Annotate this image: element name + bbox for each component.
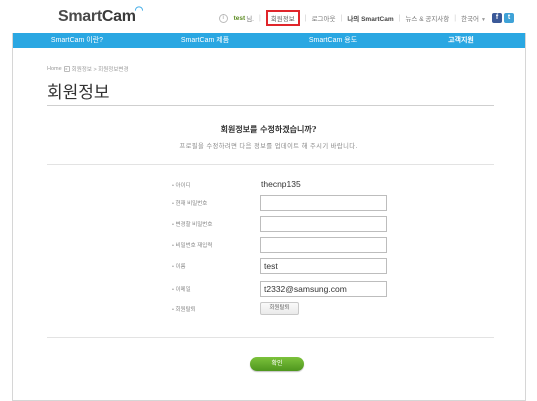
- main-menu: SmartCam 이란? SmartCam 제품 SmartCam 용도 고객지…: [13, 33, 525, 48]
- email-label: 이메일: [172, 285, 190, 293]
- form-row-id: 아이디 thecnp135: [0, 177, 537, 193]
- my-smartcam-link[interactable]: 나의 SmartCam: [347, 13, 393, 23]
- confirm-password-label: 비밀번호 재입력: [172, 241, 212, 249]
- twitter-icon[interactable]: t: [504, 13, 514, 23]
- form-row-withdraw: 회원탈퇴 회원탈퇴: [0, 301, 537, 317]
- top-header: SmartCam◠ i test 님. | 회원정보 | 로그아웃 | 나의 S…: [12, 0, 526, 33]
- new-password-field[interactable]: [260, 216, 387, 232]
- separator: |: [304, 14, 307, 22]
- current-password-field[interactable]: [260, 195, 387, 211]
- current-password-label: 현재 비밀번호: [172, 199, 207, 207]
- breadcrumb: Home ▸ 회원정보 > 회원정보변경: [47, 65, 129, 73]
- logout-link[interactable]: 로그아웃: [312, 13, 336, 23]
- id-value: thecnp135: [261, 179, 301, 189]
- withdraw-button[interactable]: 회원탈퇴: [260, 302, 299, 315]
- home-icon: ▸: [63, 66, 70, 72]
- utility-nav: i test 님. | 회원정보 | 로그아웃 | 나의 SmartCam | …: [218, 10, 514, 26]
- form-row-current-password: 현재 비밀번호: [0, 195, 537, 211]
- confirm-button[interactable]: 확인: [250, 357, 304, 371]
- edit-instructions: 프로필을 수정하려면 다음 정보를 업데이트 해 주시기 바랍니다.: [179, 143, 358, 150]
- name-label: 이름: [172, 262, 185, 270]
- menu-item-about[interactable]: SmartCam 이란?: [13, 33, 141, 48]
- email-field[interactable]: [260, 281, 387, 297]
- user-name: test: [233, 14, 246, 22]
- id-label: 아이디: [172, 181, 190, 189]
- wifi-icon: ◠: [134, 5, 144, 16]
- language-select[interactable]: 한국어 ▼: [461, 13, 486, 23]
- page-title: 회원정보: [47, 83, 110, 103]
- member-info-link[interactable]: 회원정보: [265, 10, 300, 26]
- breadcrumb-home[interactable]: Home: [47, 66, 62, 72]
- social-links: f t: [492, 13, 514, 23]
- facebook-icon[interactable]: f: [492, 13, 502, 23]
- breadcrumb-path: 회원정보 > 회원정보변경: [71, 67, 129, 73]
- menu-item-products[interactable]: SmartCam 제품: [141, 33, 269, 48]
- separator: |: [340, 14, 343, 22]
- info-icon[interactable]: i: [218, 13, 228, 23]
- edit-question: 회원정보를 수정하겠습니까?: [220, 124, 317, 134]
- smartcam-logo[interactable]: SmartCam◠: [58, 5, 144, 26]
- confirm-password-field[interactable]: [260, 237, 387, 253]
- divider: [47, 337, 494, 338]
- divider: [47, 105, 494, 106]
- new-password-label: 변경할 비밀번호: [172, 220, 212, 228]
- form-row-email: 이메일: [0, 281, 537, 297]
- chevron-down-icon: ▼: [481, 17, 486, 23]
- user-suffix: 님.: [246, 16, 254, 23]
- form-row-confirm-password: 비밀번호 재입력: [0, 237, 537, 253]
- menu-item-uses[interactable]: SmartCam 용도: [269, 33, 397, 48]
- menu-item-support[interactable]: 고객지원: [397, 33, 525, 48]
- withdraw-label: 회원탈퇴: [172, 305, 195, 313]
- separator: |: [454, 14, 457, 22]
- form-row-new-password: 변경할 비밀번호: [0, 216, 537, 232]
- news-link[interactable]: 뉴스 & 공지사항: [405, 13, 449, 23]
- form-row-name: 이름: [0, 258, 537, 274]
- separator: |: [398, 14, 401, 22]
- separator: |: [259, 14, 261, 22]
- name-field[interactable]: [260, 258, 387, 274]
- divider: [47, 164, 494, 165]
